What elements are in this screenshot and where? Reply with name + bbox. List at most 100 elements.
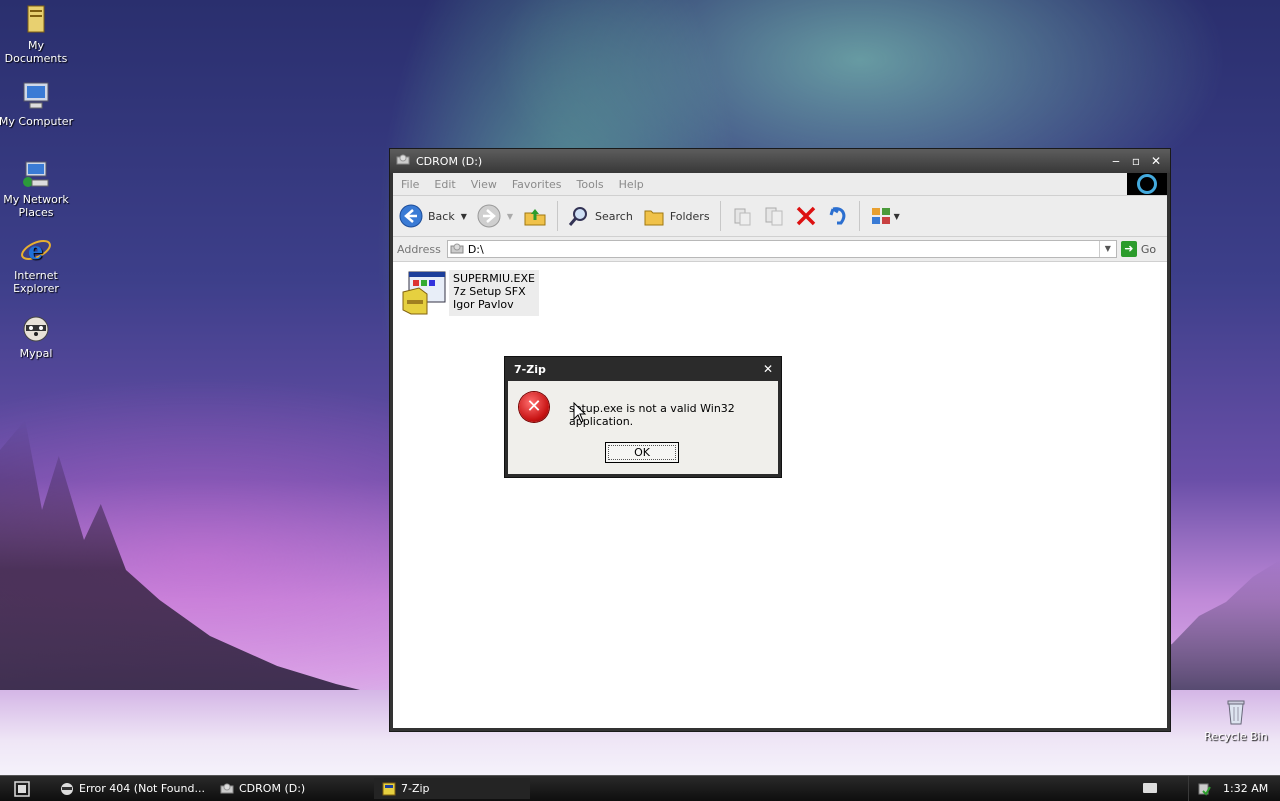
desktop-icon-label: Recycle Bin [1204,730,1268,743]
clock[interactable]: 1:32 AM [1223,782,1268,795]
go-button[interactable]: ➜ Go [1120,241,1157,257]
back-arrow-icon [399,204,423,228]
search-label: Search [595,209,633,223]
copy-to-icon [765,207,783,226]
forward-arrow-icon [477,204,501,228]
desktop-icon-recycle-bin[interactable]: Recycle Bin [1198,695,1274,743]
desktop-icon-my-network-places[interactable]: My Network Places [0,158,74,219]
folder-documents-icon [20,4,52,36]
explorer-title-bar[interactable]: CDROM (D:) ‒ ▫ ✕ [390,149,1170,173]
menu-tools[interactable]: Tools [577,178,604,191]
go-label: Go [1140,242,1157,256]
address-value: D:\ [467,242,484,256]
file-details: SUPERMIU.EXE 7z Setup SFX Igor Pavlov [449,270,539,316]
forward-button[interactable]: ▼ [477,204,513,228]
desktop-icon-internet-explorer[interactable]: e Internet Explorer [0,234,74,295]
folders-button[interactable]: Folders [643,205,710,227]
error-icon: ✕ [519,392,549,422]
copy-to-button[interactable] [763,205,785,227]
ok-button[interactable]: OK [605,442,679,463]
internet-explorer-icon: e [20,234,52,266]
toolbar-separator [858,201,860,231]
back-label: Back [428,209,455,223]
back-button[interactable]: Back ▼ [399,204,467,228]
keyboard-icon[interactable] [1143,783,1157,793]
address-dropdown-button[interactable]: ▼ [1098,241,1116,257]
cdrom-drive-icon [396,154,410,169]
system-tray: 1:32 AM [1188,776,1280,801]
menu-bar: File Edit View Favorites Tools Help [393,173,1167,195]
toolbar: Back ▼ ▼ Search Folders ▼ [393,195,1167,237]
menu-favorites[interactable]: Favorites [512,178,562,191]
desktop-icon-label: My Network Places [3,193,69,219]
start-button[interactable] [6,779,38,798]
views-icon [871,208,890,224]
file-company: Igor Pavlov [453,298,514,311]
mypal-raccoon-icon [20,312,52,344]
dialog-title-bar[interactable]: 7-Zip ✕ [505,357,781,381]
desktop-icon-label: My Computer [0,115,74,128]
maximize-button[interactable]: ▫ [1130,155,1142,167]
up-folder-button[interactable] [523,205,547,227]
computer-icon [20,80,52,112]
search-button[interactable]: Search [568,205,633,227]
throbber-icon [1137,174,1157,194]
address-label: Address [397,242,441,256]
forward-dropdown-icon[interactable]: ▼ [507,212,513,221]
address-input[interactable]: D:\ ▼ [446,240,1117,258]
move-to-icon [734,208,751,226]
mypal-raccoon-icon [61,782,73,795]
menu-edit[interactable]: Edit [434,178,455,191]
wallpaper-trees [0,420,420,720]
dialog-message: setup.exe is not a valid Win32 applicati… [569,402,735,428]
taskbar-item-explorer[interactable]: CDROM (D:) [212,778,368,799]
desktop-icon-label: Mypal [19,347,53,360]
folders-label: Folders [669,209,710,223]
taskbar-item-label: CDROM (D:) [239,782,306,795]
toolbar-separator [719,201,721,231]
taskbar-item-label: Error 404 (Not Found... [79,782,205,795]
taskbar-item-browser[interactable]: Error 404 (Not Found... [52,778,208,799]
setup-package-icon [382,782,396,795]
file-name: SUPERMIU.EXE [453,272,535,285]
menu-view[interactable]: View [471,178,497,191]
undo-button[interactable] [827,205,849,227]
svg-text:e: e [28,236,43,265]
taskbar-item-7zip[interactable]: 7-Zip [374,778,530,799]
close-button[interactable]: ✕ [1150,155,1162,167]
cdrom-drive-icon [220,783,234,793]
desktop-icon-my-computer[interactable]: My Computer [0,80,74,128]
recycle-bin-icon [1220,695,1252,727]
cdrom-drive-icon [450,243,464,254]
file-description: 7z Setup SFX [453,285,526,298]
move-to-button[interactable] [731,205,753,227]
delete-x-icon [796,206,815,226]
delete-button[interactable] [795,205,817,227]
desktop-icon-label: Internet Explorer [13,269,59,295]
toolbar-separator [557,201,559,231]
safely-remove-hardware-icon[interactable] [1197,782,1211,796]
menu-help[interactable]: Help [619,178,644,191]
address-bar: Address D:\ ▼ ➜ Go [393,237,1167,262]
search-icon [568,207,588,226]
desktop-icon-label: My Documents [4,39,68,65]
folders-icon [644,210,664,226]
desktop-icon-mypal[interactable]: Mypal [0,312,74,360]
file-item[interactable]: SUPERMIU.EXE 7z Setup SFX Igor Pavlov [401,270,539,316]
undo-icon [829,207,845,225]
error-dialog: 7-Zip ✕ ✕ setup.exe is not a valid Win32… [504,356,782,478]
taskbar-item-label: 7-Zip [401,782,430,795]
go-arrow-icon: ➜ [1120,241,1137,257]
back-dropdown-icon[interactable]: ▼ [461,212,467,221]
up-folder-icon [524,209,546,226]
minimize-button[interactable]: ‒ [1110,155,1122,167]
explorer-title: CDROM (D:) [416,154,483,168]
views-dropdown-icon: ▼ [893,211,900,221]
menu-file[interactable]: File [401,178,419,191]
setup-package-icon [401,270,447,316]
desktop-icon-my-documents[interactable]: My Documents [0,4,74,65]
views-button[interactable]: ▼ [870,205,900,227]
dialog-title: 7-Zip [514,362,546,376]
dialog-close-button[interactable]: ✕ [763,362,773,376]
network-icon [20,158,52,190]
